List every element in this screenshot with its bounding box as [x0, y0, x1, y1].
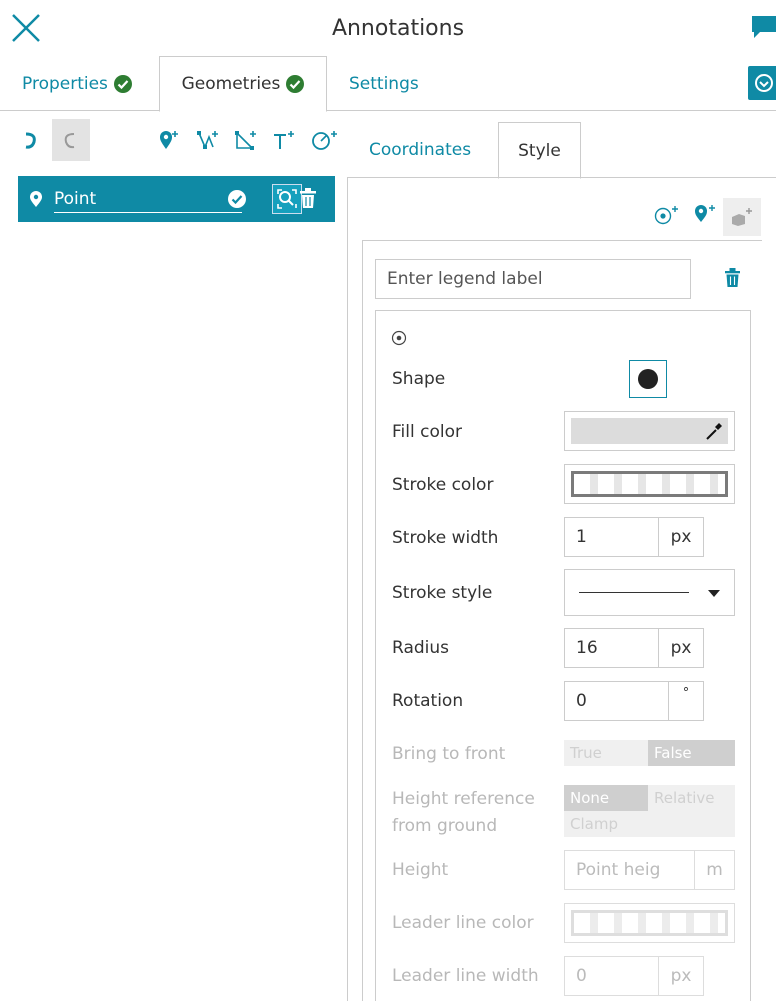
- circle-shape-icon: [638, 369, 658, 389]
- height-reference-relative[interactable]: Relative: [648, 785, 735, 811]
- tab-style-label: Style: [518, 140, 561, 161]
- rotation-label: Rotation: [392, 691, 464, 711]
- tab-geometries-label: Geometries: [181, 74, 281, 94]
- legend-label-input[interactable]: [375, 259, 691, 299]
- stroke-color-picker[interactable]: [564, 464, 735, 504]
- stroke-style-label: Stroke style: [392, 583, 493, 603]
- height-unit: m: [706, 860, 723, 880]
- height-reference-label-line1: Height reference: [392, 789, 535, 809]
- zoom-to-icon: [277, 189, 297, 209]
- tab-geometries[interactable]: Geometries: [159, 56, 327, 112]
- bring-to-front-toggle[interactable]: True False: [564, 740, 735, 767]
- height-reference-toggle[interactable]: None Relative Clamp: [564, 785, 735, 837]
- tab-properties[interactable]: Properties: [22, 56, 132, 111]
- redo-icon[interactable]: [60, 128, 78, 152]
- stroke-width-input[interactable]: 1 px: [564, 517, 704, 557]
- add-point-icon[interactable]: [159, 128, 181, 152]
- chat-icon[interactable]: [752, 16, 776, 42]
- leader-line-width-value[interactable]: 0: [565, 957, 659, 995]
- eyedropper-icon[interactable]: [705, 421, 723, 441]
- height-placeholder[interactable]: Point heig: [565, 851, 695, 889]
- leader-line-color-swatch: [571, 910, 728, 936]
- zoom-to-button[interactable]: [272, 184, 302, 214]
- check-circle-icon: [228, 190, 246, 208]
- add-line-icon[interactable]: [196, 128, 220, 152]
- radius-label: Radius: [392, 638, 450, 658]
- shape-picker[interactable]: [629, 360, 667, 398]
- leader-line-width-label: Leader line width: [392, 966, 539, 986]
- chevron-down-icon: [708, 590, 720, 597]
- stroke-color-swatch: [571, 471, 728, 497]
- add-style-model-button[interactable]: [723, 198, 761, 236]
- geometry-list-item[interactable]: Point: [18, 176, 335, 222]
- stroke-width-unit: px: [670, 527, 692, 547]
- rotation-input[interactable]: 0 °: [564, 681, 704, 721]
- stroke-width-value[interactable]: 1: [565, 518, 659, 556]
- geometry-name-field[interactable]: Point: [54, 189, 242, 213]
- tab-settings-label: Settings: [349, 73, 419, 94]
- point-style-icon: [391, 330, 407, 346]
- stroke-color-label: Stroke color: [392, 475, 494, 495]
- leader-line-width-input[interactable]: 0 px: [564, 956, 704, 996]
- add-style-circle-icon[interactable]: [654, 205, 680, 225]
- bring-to-front-true[interactable]: True: [564, 740, 648, 766]
- tab-properties-label: Properties: [22, 73, 108, 94]
- height-label: Height: [392, 860, 449, 880]
- add-text-icon[interactable]: [272, 128, 296, 152]
- add-polygon-icon[interactable]: [234, 128, 258, 152]
- add-model-icon: [732, 208, 752, 226]
- solid-line-preview: [579, 592, 689, 593]
- rotation-unit: °: [682, 686, 690, 701]
- radius-unit: px: [670, 638, 692, 658]
- bring-to-front-false[interactable]: False: [648, 740, 735, 766]
- height-reference-label-line2: from ground: [392, 816, 498, 836]
- trash-icon[interactable]: [300, 188, 316, 208]
- height-reference-none[interactable]: None: [564, 785, 648, 811]
- stroke-style-select[interactable]: [564, 569, 735, 616]
- trash-icon[interactable]: [725, 268, 740, 287]
- leader-line-width-unit: px: [670, 966, 692, 986]
- tab-coordinates-label: Coordinates: [369, 140, 472, 160]
- leader-line-color-picker[interactable]: [564, 903, 735, 943]
- add-circle-icon[interactable]: [311, 128, 339, 152]
- fill-color-picker[interactable]: [564, 411, 735, 451]
- add-style-pin-icon[interactable]: [694, 204, 718, 224]
- map-pin-icon: [30, 191, 42, 207]
- tab-coordinates[interactable]: Coordinates: [369, 122, 471, 178]
- radius-input[interactable]: 16 px: [564, 628, 704, 668]
- tab-settings[interactable]: Settings: [349, 56, 419, 111]
- undo-icon[interactable]: [22, 128, 40, 152]
- panel-divider: [347, 177, 348, 1001]
- leader-line-color-label: Leader line color: [392, 913, 534, 933]
- stroke-width-label: Stroke width: [392, 528, 499, 548]
- rotation-value[interactable]: 0: [565, 682, 669, 720]
- check-circle-icon: [286, 75, 305, 93]
- subtab-divider: [347, 177, 776, 178]
- height-reference-clamp[interactable]: Clamp: [564, 811, 648, 837]
- height-input[interactable]: Point heig m: [564, 850, 735, 890]
- tab-style[interactable]: Style: [498, 122, 581, 179]
- fill-color-label: Fill color: [392, 422, 462, 442]
- download-icon: [755, 74, 773, 92]
- page-title: Annotations: [331, 16, 465, 41]
- bring-to-front-label: Bring to front: [392, 744, 506, 764]
- main-tabs: Properties Geometries Settings: [0, 56, 776, 112]
- check-circle-icon: [113, 74, 132, 93]
- shape-label: Shape: [392, 369, 446, 389]
- download-button[interactable]: [748, 66, 776, 100]
- radius-value[interactable]: 16: [565, 629, 659, 667]
